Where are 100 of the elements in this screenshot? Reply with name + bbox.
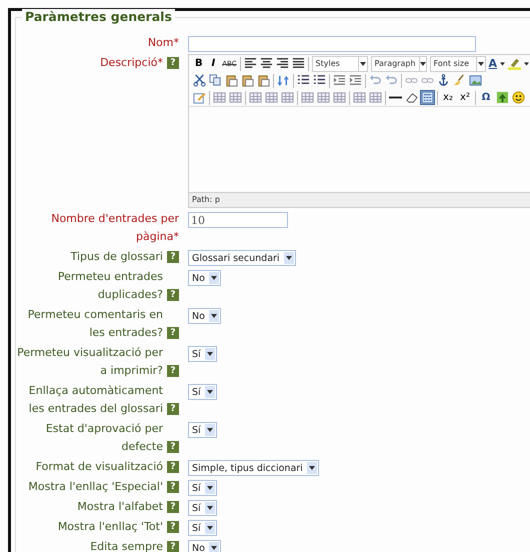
table-icon[interactable] — [229, 91, 242, 104]
field-label: Descripció* — [100, 55, 163, 71]
table-icon[interactable] — [301, 91, 314, 104]
field-label: Nom* — [148, 35, 179, 51]
section-legend: Paràmetres generals — [22, 9, 175, 24]
toolbar-dropdown[interactable]: Styles — [312, 56, 368, 72]
caret-icon — [286, 256, 292, 260]
field-label: Edita sempre — [90, 539, 163, 552]
help-icon[interactable]: ? — [167, 57, 179, 69]
align-center-icon[interactable] — [260, 57, 273, 70]
help-icon[interactable]: ? — [167, 365, 179, 377]
dropdown[interactable]: Sí — [188, 346, 217, 362]
dropdown[interactable]: Sí — [188, 520, 217, 536]
caret-icon — [206, 428, 213, 432]
caret-icon — [524, 62, 529, 66]
list-icon[interactable] — [297, 74, 310, 87]
field-label: Mostra l'enllaç 'Tot' — [58, 519, 163, 535]
indent-icon[interactable] — [333, 74, 346, 87]
copy-icon[interactable] — [209, 74, 222, 87]
help-icon[interactable]: ? — [167, 441, 179, 453]
paste-icon[interactable] — [225, 74, 238, 87]
special-character-button[interactable]: Ω — [479, 92, 493, 103]
dropdown[interactable]: Sí — [188, 500, 217, 516]
field-label: Nombre d'entrades per pàgina* — [50, 211, 179, 245]
edit-icon[interactable] — [193, 91, 206, 104]
table-icon[interactable] — [281, 91, 294, 104]
caret-icon — [210, 314, 217, 318]
justify-icon[interactable] — [292, 57, 305, 70]
undo-icon[interactable] — [385, 74, 398, 87]
field-label: Tipus de glossari — [70, 249, 163, 265]
subscript-button[interactable]: x₂ — [441, 92, 455, 103]
dropdown[interactable]: Simple, tipus diccionari — [188, 460, 319, 476]
table-icon[interactable] — [265, 91, 278, 104]
editor-path-bar: Path: p — [189, 192, 530, 207]
field-label: Mostra l'alfabet — [77, 499, 163, 515]
field-label: Permeteu comentaris en les entrades? — [26, 307, 163, 341]
scissors-icon[interactable] — [193, 74, 206, 87]
smiley-icon[interactable] — [512, 91, 525, 104]
table-icon[interactable] — [353, 91, 366, 104]
paste-icon[interactable] — [241, 74, 254, 87]
caret-icon — [420, 62, 426, 66]
superscript-button[interactable]: x² — [458, 92, 472, 103]
table-icon[interactable] — [249, 91, 262, 104]
help-icon[interactable]: ? — [167, 403, 179, 415]
field-label: Permeteu entrades duplicades? — [56, 269, 163, 303]
help-icon[interactable]: ? — [167, 481, 179, 493]
caret-icon — [206, 526, 213, 530]
caret-icon — [360, 62, 366, 66]
field-label: Enllaça automàticament les entrades del glossari — [28, 383, 163, 417]
caret-icon — [206, 390, 213, 394]
field-label: Format de visualització — [36, 459, 163, 475]
caret-icon — [206, 486, 213, 490]
field-label: Mostra l'enllaç 'Especial' — [28, 479, 163, 495]
help-icon[interactable]: ? — [167, 461, 179, 473]
help-icon[interactable]: ? — [167, 327, 179, 339]
dropdown[interactable]: No — [188, 540, 221, 552]
help-icon[interactable]: ? — [167, 289, 179, 301]
dropdown[interactable]: No — [188, 270, 221, 286]
text-field[interactable]: 10 — [188, 212, 288, 228]
align-left-icon[interactable] — [244, 57, 257, 70]
italic-button[interactable]: I — [208, 58, 220, 69]
bold-button[interactable]: B — [193, 58, 205, 69]
field-label: Estat d'aprovació per defecte — [44, 421, 163, 455]
caret-icon — [308, 466, 315, 470]
help-icon[interactable]: ? — [167, 251, 179, 263]
dropdown[interactable]: Glossari secundari — [188, 250, 296, 266]
dropdown[interactable]: Sí — [188, 480, 217, 496]
highlighter-icon[interactable] — [508, 57, 522, 70]
align-right-icon[interactable] — [276, 57, 289, 70]
table-icon[interactable] — [369, 91, 382, 104]
field-label: Permeteu visualització per a imprimir? — [16, 345, 163, 379]
help-icon[interactable]: ? — [167, 501, 179, 513]
caret-icon — [500, 62, 506, 66]
paste-icon[interactable] — [257, 74, 270, 87]
undo-icon[interactable] — [369, 74, 382, 87]
caret-icon — [210, 546, 217, 550]
caret-icon — [478, 62, 484, 66]
text-color-button[interactable]: A — [488, 57, 498, 70]
help-icon[interactable]: ? — [167, 541, 179, 552]
help-icon[interactable]: ? — [167, 521, 179, 533]
indent-icon[interactable] — [349, 74, 362, 87]
eraser-icon[interactable] — [405, 91, 418, 104]
image-icon[interactable] — [469, 74, 482, 87]
anchor-icon[interactable] — [437, 74, 450, 87]
caret-icon — [206, 352, 213, 356]
list-icon[interactable] — [313, 74, 326, 87]
text-field[interactable] — [188, 36, 476, 52]
replace-icon[interactable] — [277, 74, 290, 87]
table-icon[interactable] — [333, 91, 346, 104]
dropdown[interactable]: No — [188, 308, 221, 324]
caret-icon — [210, 276, 217, 280]
caret-icon — [206, 506, 213, 510]
toolbar-dropdown[interactable]: Paragraph — [370, 56, 427, 72]
calculator-icon[interactable] — [421, 91, 434, 104]
table-icon[interactable] — [213, 91, 226, 104]
toolbar-dropdown[interactable]: Font size — [430, 56, 486, 72]
broom-icon[interactable] — [453, 74, 466, 87]
dropdown[interactable]: Sí — [188, 422, 217, 438]
dropdown[interactable]: Sí — [188, 384, 217, 400]
table-icon[interactable] — [317, 91, 330, 104]
